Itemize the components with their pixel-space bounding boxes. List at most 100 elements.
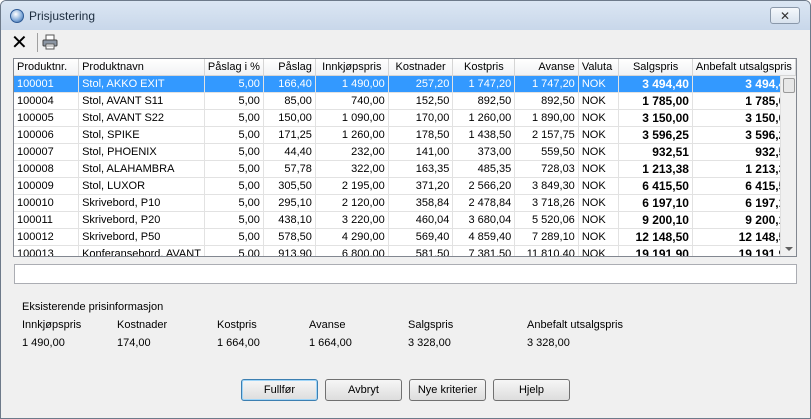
cell-avanse[interactable]: 11 810,40 xyxy=(514,245,579,256)
cell-paslag-prosent[interactable]: 5,00 xyxy=(204,92,264,110)
cell-avanse[interactable]: 728,03 xyxy=(514,160,579,178)
cell-paslag-prosent[interactable]: 5,00 xyxy=(204,194,264,212)
help-button[interactable]: Hjelp xyxy=(493,379,570,401)
cell-valuta[interactable]: NOK xyxy=(578,194,620,212)
cell-kostpris[interactable]: 2 566,20 xyxy=(452,177,516,195)
cell-salgspris[interactable]: 6 415,50 xyxy=(618,177,693,195)
cell-avanse[interactable]: 2 157,75 xyxy=(514,126,579,144)
scroll-thumb[interactable] xyxy=(783,78,795,93)
cell-produktnavn[interactable]: Stol, AVANT S11 xyxy=(78,92,205,110)
cell-produktnavn[interactable]: Skrivebord, P50 xyxy=(78,228,205,246)
cell-salgspris[interactable]: 3 150,00 xyxy=(618,109,693,127)
table-row[interactable]: 100009 Stol, LUXOR 5,00 305,50 2 195,00 371,2… xyxy=(14,177,796,195)
cell-paslag[interactable]: 295,10 xyxy=(263,194,316,212)
cell-paslag-prosent[interactable]: 5,00 xyxy=(204,211,264,229)
delete-icon[interactable]: ✕ xyxy=(11,33,28,53)
column-header-anbefalt-utsalgspris[interactable]: Anbefalt utsalgspris xyxy=(692,59,796,76)
cell-salgspris[interactable]: 1 213,38 xyxy=(618,160,693,178)
cell-kostnader[interactable]: 460,04 xyxy=(388,211,454,229)
cell-innkjopspris[interactable]: 1 260,00 xyxy=(315,126,389,144)
column-header-avanse[interactable]: Avanse xyxy=(514,59,579,76)
column-header-produktnavn[interactable]: Produktnavn xyxy=(78,59,205,76)
cell-paslag-prosent[interactable]: 5,00 xyxy=(204,75,264,93)
vertical-scrollbar[interactable] xyxy=(780,76,796,256)
cell-valuta[interactable]: NOK xyxy=(578,126,620,144)
table-row[interactable]: 100004 Stol, AVANT S11 5,00 85,00 740,00 152,… xyxy=(14,92,796,110)
column-header-valuta[interactable]: Valuta xyxy=(578,59,620,76)
cell-kostpris[interactable]: 3 680,04 xyxy=(452,211,516,229)
cell-kostnader[interactable]: 178,50 xyxy=(388,126,454,144)
finish-button[interactable]: Fullfør xyxy=(241,379,318,401)
cell-paslag[interactable]: 913,90 xyxy=(263,245,316,256)
cell-kostpris[interactable]: 892,50 xyxy=(452,92,516,110)
cell-innkjopspris[interactable]: 1 490,00 xyxy=(315,75,389,93)
cell-produktnavn[interactable]: Stol, LUXOR xyxy=(78,177,205,195)
cell-innkjopspris[interactable]: 2 120,00 xyxy=(315,194,389,212)
cell-paslag[interactable]: 166,40 xyxy=(263,75,316,93)
cell-valuta[interactable]: NOK xyxy=(578,92,620,110)
table-row[interactable]: 100011 Skrivebord, P20 5,00 438,10 3 220,00 4… xyxy=(14,211,796,229)
table-row[interactable]: 100001 Stol, AKKO EXIT 5,00 166,40 1 490,00 2… xyxy=(14,75,796,93)
cell-valuta[interactable]: NOK xyxy=(578,228,620,246)
cell-salgspris[interactable]: 19 191,90 xyxy=(618,245,693,256)
cell-avanse[interactable]: 3 849,30 xyxy=(514,177,579,195)
cell-produktnavn[interactable]: Skrivebord, P10 xyxy=(78,194,205,212)
cell-produktnavn[interactable]: Skrivebord, P20 xyxy=(78,211,205,229)
cell-produktnr[interactable]: 100011 xyxy=(14,211,80,229)
cell-innkjopspris[interactable]: 6 800,00 xyxy=(315,245,389,256)
product-grid[interactable]: Produktnr. Produktnavn Påslag i % Påslag Inn… xyxy=(13,58,797,257)
cell-paslag-prosent[interactable]: 5,00 xyxy=(204,245,264,256)
cell-produktnavn[interactable]: Konferansebord, AVANT xyxy=(78,245,205,256)
cell-salgspris[interactable]: 1 785,00 xyxy=(618,92,693,110)
column-header-kostnader[interactable]: Kostnader xyxy=(388,59,454,76)
cell-avanse[interactable]: 1 890,00 xyxy=(514,109,579,127)
cell-salgspris[interactable]: 12 148,50 xyxy=(618,228,693,246)
cell-innkjopspris[interactable]: 322,00 xyxy=(315,160,389,178)
cell-salgspris[interactable]: 3 596,25 xyxy=(618,126,693,144)
cell-innkjopspris[interactable]: 3 220,00 xyxy=(315,211,389,229)
table-row[interactable]: 100010 Skrivebord, P10 5,00 295,10 2 120,00 3… xyxy=(14,194,796,212)
cell-paslag[interactable]: 438,10 xyxy=(263,211,316,229)
cancel-button[interactable]: Avbryt xyxy=(325,379,402,401)
cell-avanse[interactable]: 3 718,26 xyxy=(514,194,579,212)
cell-produktnr[interactable]: 100013 xyxy=(14,245,80,256)
new-criteria-button[interactable]: Nye kriterier xyxy=(409,379,486,401)
cell-paslag-prosent[interactable]: 5,00 xyxy=(204,109,264,127)
cell-produktnr[interactable]: 100008 xyxy=(14,160,80,178)
close-button[interactable]: ✕ xyxy=(770,7,800,24)
column-header-paslag[interactable]: Påslag xyxy=(263,59,316,76)
cell-produktnr[interactable]: 100004 xyxy=(14,92,80,110)
scroll-down-arrow-icon[interactable] xyxy=(785,247,793,251)
cell-paslag[interactable]: 44,40 xyxy=(263,143,316,161)
cell-produktnavn[interactable]: Stol, PHOENIX xyxy=(78,143,205,161)
cell-innkjopspris[interactable]: 232,00 xyxy=(315,143,389,161)
cell-innkjopspris[interactable]: 1 090,00 xyxy=(315,109,389,127)
table-row[interactable]: 100005 Stol, AVANT S22 5,00 150,00 1 090,00 1… xyxy=(14,109,796,127)
cell-salgspris[interactable]: 9 200,10 xyxy=(618,211,693,229)
cell-salgspris[interactable]: 6 197,10 xyxy=(618,194,693,212)
cell-kostpris[interactable]: 373,00 xyxy=(452,143,516,161)
cell-innkjopspris[interactable]: 4 290,00 xyxy=(315,228,389,246)
cell-produktnavn[interactable]: Stol, ALAHAMBRA xyxy=(78,160,205,178)
cell-kostnader[interactable]: 569,40 xyxy=(388,228,454,246)
cell-kostpris[interactable]: 1 438,50 xyxy=(452,126,516,144)
cell-produktnavn[interactable]: Stol, AKKO EXIT xyxy=(78,75,205,93)
cell-avanse[interactable]: 559,50 xyxy=(514,143,579,161)
cell-produktnr[interactable]: 100012 xyxy=(14,228,80,246)
cell-avanse[interactable]: 7 289,10 xyxy=(514,228,579,246)
cell-salgspris[interactable]: 3 494,40 xyxy=(618,75,693,93)
cell-kostpris[interactable]: 485,35 xyxy=(452,160,516,178)
cell-kostnader[interactable]: 581,50 xyxy=(388,245,454,256)
cell-paslag[interactable]: 578,50 xyxy=(263,228,316,246)
cell-kostnader[interactable]: 152,50 xyxy=(388,92,454,110)
table-row[interactable]: 100013 Konferansebord, AVANT 5,00 913,90 6 8… xyxy=(14,245,796,256)
column-header-kostpris[interactable]: Kostpris xyxy=(452,59,516,76)
cell-paslag-prosent[interactable]: 5,00 xyxy=(204,143,264,161)
column-header-salgspris[interactable]: Salgspris xyxy=(618,59,693,76)
cell-valuta[interactable]: NOK xyxy=(578,177,620,195)
column-header-innkjopspris[interactable]: Innkjøpspris xyxy=(315,59,389,76)
cell-paslag[interactable]: 150,00 xyxy=(263,109,316,127)
cell-kostnader[interactable]: 371,20 xyxy=(388,177,454,195)
cell-avanse[interactable]: 1 747,20 xyxy=(514,75,579,93)
cell-valuta[interactable]: NOK xyxy=(578,75,620,93)
